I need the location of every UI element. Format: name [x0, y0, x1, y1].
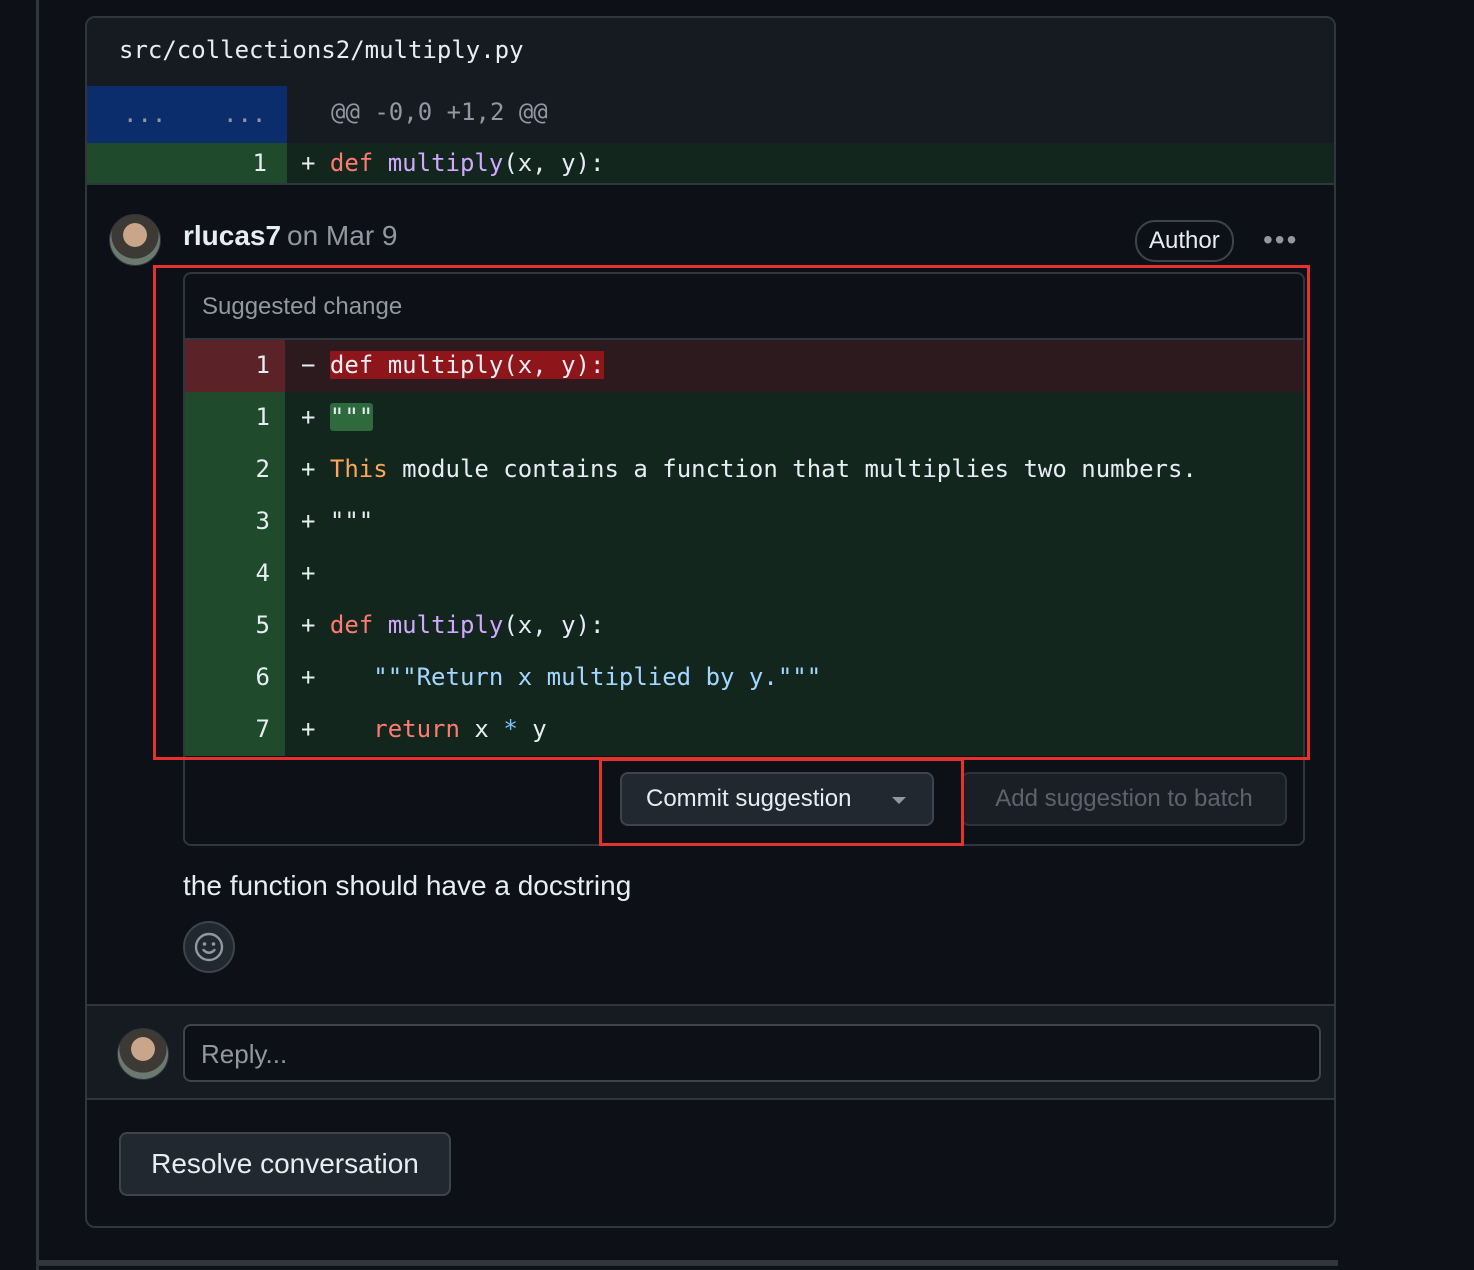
line-number-gutter[interactable]: 1 — [87, 143, 287, 183]
comment-author[interactable]: rlucas7 — [183, 220, 281, 252]
divider — [87, 183, 1334, 185]
diff-line-added: 1 + def multiply(x, y): — [87, 143, 1334, 183]
hunk-range: @@ -0,0 +1,2 @@ — [331, 98, 548, 126]
hunk-gutter[interactable]: ... ... — [87, 86, 287, 143]
code-line: + def multiply(x, y): — [301, 149, 604, 177]
expand-new-marker[interactable]: ... — [223, 100, 266, 128]
resolve-conversation-button[interactable]: Resolve conversation — [119, 1132, 451, 1196]
comment-date[interactable]: on Mar 9 — [287, 220, 398, 252]
code-rest: (x, y): — [503, 149, 605, 177]
avatar[interactable] — [109, 214, 161, 266]
more-options-icon[interactable]: ••• — [1263, 224, 1298, 256]
reply-input[interactable]: Reply... — [183, 1024, 1321, 1082]
file-path[interactable]: src/collections2/multiply.py — [87, 18, 1334, 86]
add-suggestion-to-batch-button[interactable]: Add suggestion to batch — [961, 772, 1287, 826]
expand-old-marker[interactable]: ... — [123, 100, 166, 128]
reply-area: Reply... — [87, 1006, 1334, 1098]
code-function-name: multiply — [387, 149, 504, 177]
smiley-icon — [194, 932, 224, 962]
highlight-box-suggestion — [153, 265, 1310, 760]
comment-body: the function should have a docstring — [183, 870, 632, 901]
hunk-header: ... ... @@ -0,0 +1,2 @@ — [87, 86, 1334, 143]
diff-sign: + — [301, 149, 330, 177]
line-number: 1 — [252, 149, 267, 177]
author-badge: Author — [1135, 220, 1234, 262]
code-keyword: def — [329, 149, 374, 177]
timeline-line — [36, 0, 39, 1270]
highlight-box-commit — [599, 758, 964, 846]
add-reaction-button[interactable] — [183, 921, 235, 973]
divider — [87, 1098, 1334, 1100]
timeline-divider — [36, 1260, 1338, 1266]
avatar[interactable] — [117, 1028, 169, 1080]
